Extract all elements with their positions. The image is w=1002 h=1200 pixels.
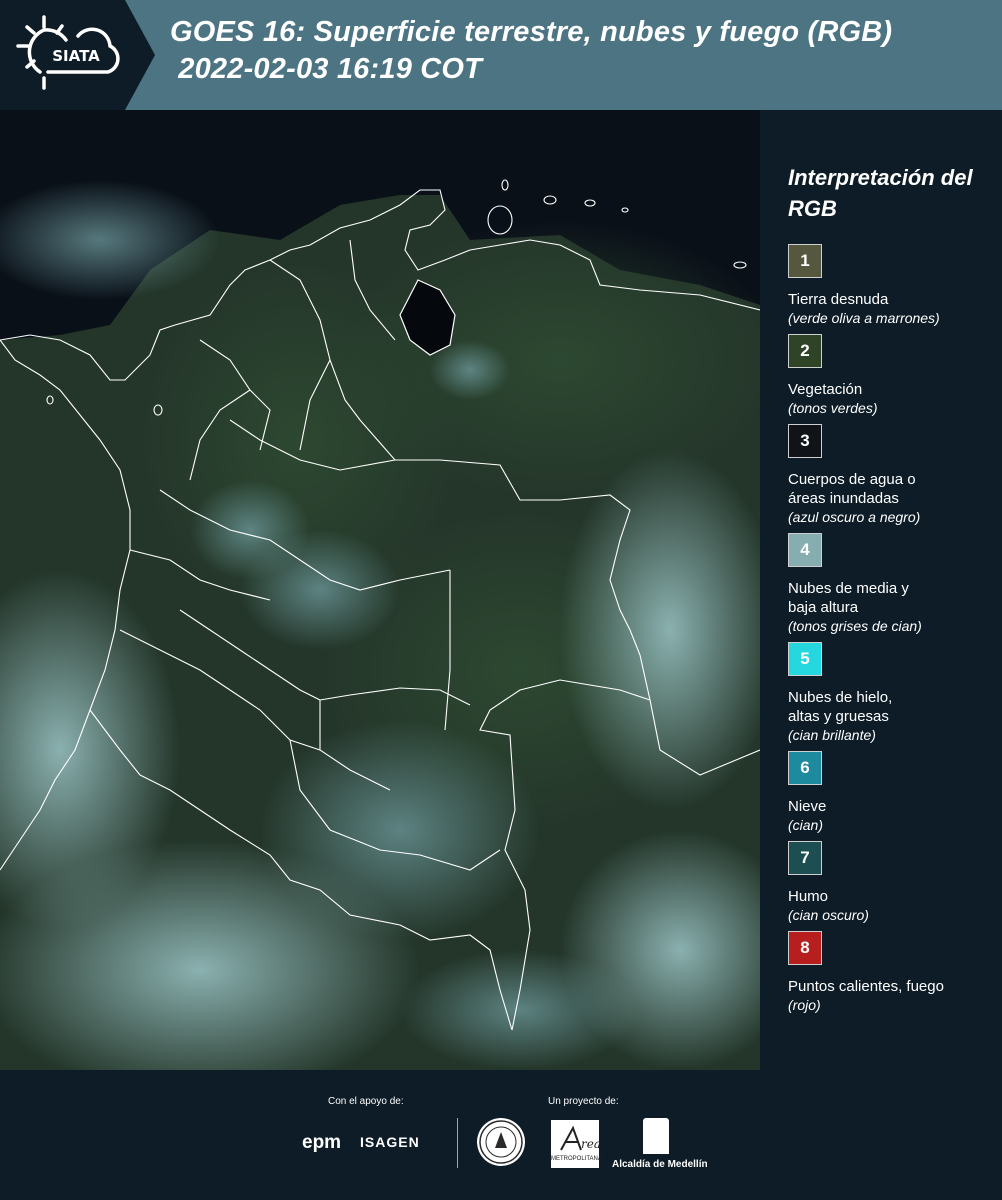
- title-line1: GOES 16: Superficie terrestre, nubes y f…: [170, 16, 893, 48]
- legend-label: Tierra desnuda: [788, 291, 889, 308]
- legend-label: Humo: [788, 888, 829, 905]
- footer: Con el apoyo de: Un proyecto de: epm ISA…: [0, 1070, 1002, 1200]
- svg-text:rea: rea: [581, 1137, 599, 1151]
- project-label: Un proyecto de:: [548, 1096, 619, 1107]
- legend-item: 7 Humo (cian oscuro): [788, 841, 1002, 925]
- page-title: GOES 16: Superficie terrestre, nubes y f…: [170, 14, 1000, 88]
- legend-label: Vegetación: [788, 381, 863, 398]
- legend-desc: (cian oscuro): [788, 907, 869, 923]
- legend-desc: (cian brillante): [788, 727, 876, 743]
- legend-panel: Interpretación del RGB 1 Tierra desnuda …: [766, 110, 1002, 1070]
- legend-item: 1 Tierra desnuda (verde oliva a marrones…: [788, 244, 1002, 328]
- legend-number: 6: [800, 758, 810, 777]
- title-line2: 2022-02-03 16:19 COT: [170, 53, 483, 85]
- legend-desc: (verde oliva a marrones): [788, 310, 940, 326]
- legend-number: 2: [800, 341, 810, 360]
- legend-desc: (cian): [788, 817, 824, 833]
- legend-item: 2 Vegetación (tonos verdes): [788, 334, 1002, 418]
- legend-item: 5 Nubes de hielo, altas y gruesas (cian …: [788, 642, 1002, 745]
- legend-label: Puntos calientes, fuego: [788, 978, 944, 995]
- legend-swatch: 6: [788, 751, 822, 785]
- legend-label: Nubes de hielo, altas y gruesas: [788, 689, 893, 725]
- legend-number: 4: [800, 540, 810, 559]
- legend-label: Nieve: [788, 798, 827, 815]
- legend-title: Interpretación del RGB: [788, 165, 973, 221]
- alcaldia-shield-icon[interactable]: [643, 1118, 669, 1154]
- legend-item: 8 Puntos calientes, fuego (rojo): [788, 931, 1002, 1015]
- legend-swatch: 1: [788, 244, 822, 278]
- legend-desc: (tonos verdes): [788, 400, 878, 416]
- cloud-area: [190, 480, 310, 580]
- satellite-map[interactable]: [0, 110, 760, 1070]
- cloud-area: [260, 720, 540, 940]
- legend-swatch: 4: [788, 533, 822, 567]
- legend-swatch: 3: [788, 424, 822, 458]
- footer-divider: [457, 1118, 458, 1168]
- cloud-area: [400, 950, 640, 1070]
- legend-number: 7: [800, 848, 810, 867]
- logo-text: SIATA: [52, 47, 100, 65]
- legend-label: Cuerpos de agua o áreas inundadas: [788, 471, 916, 507]
- legend-swatch: 7: [788, 841, 822, 875]
- legend-label: Nubes de media y baja altura: [788, 580, 909, 616]
- isagen-logo[interactable]: ISAGEN: [360, 1134, 420, 1150]
- legend-item: 6 Nieve (cian): [788, 751, 1002, 835]
- legend-item: 3 Cuerpos de agua o áreas inundadas (azu…: [788, 424, 1002, 527]
- alcaldia-logo-text: Alcaldía de Medellín: [612, 1159, 708, 1170]
- legend-swatch: 2: [788, 334, 822, 368]
- legend-desc: (rojo): [788, 997, 821, 1013]
- siata-logo[interactable]: SIATA: [0, 0, 160, 110]
- legend-number: 1: [800, 251, 810, 270]
- legend-number: 3: [800, 431, 810, 450]
- area-metropolitana-text: METROPOLITANA: [551, 1156, 602, 1162]
- header-bar: SIATA GOES 16: Superficie terrestre, nub…: [0, 0, 1002, 110]
- epm-logo[interactable]: epm: [302, 1132, 341, 1154]
- seal-logo[interactable]: [477, 1118, 525, 1166]
- legend-swatch: 5: [788, 642, 822, 676]
- legend-number: 5: [800, 649, 810, 668]
- legend-desc: (azul oscuro a negro): [788, 509, 921, 525]
- legend-desc: (tonos grises de cian): [788, 618, 922, 634]
- legend-item: 4 Nubes de media y baja altura (tonos gr…: [788, 533, 1002, 636]
- support-label: Con el apoyo de:: [328, 1096, 404, 1107]
- legend-number: 8: [800, 938, 810, 957]
- legend-swatch: 8: [788, 931, 822, 965]
